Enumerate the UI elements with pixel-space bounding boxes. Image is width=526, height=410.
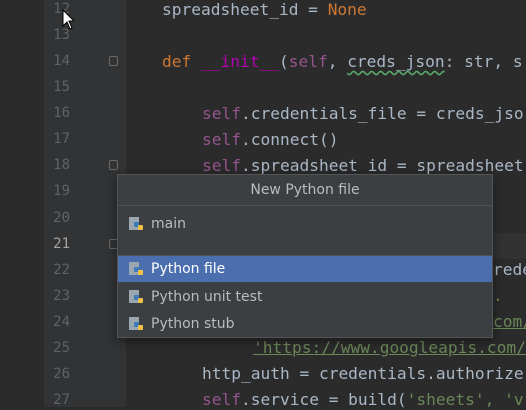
code-keyword: None <box>327 0 367 19</box>
line-number: 23 <box>53 288 70 304</box>
code-text: .spreadsheet_id = spreadsheet <box>240 156 524 175</box>
python-file-icon <box>129 290 143 303</box>
popup-item-python-stub[interactable]: Python stub <box>118 311 492 337</box>
code-line-14[interactable]: def __init__(self, creds_json: str, s <box>162 52 523 72</box>
line-number: 17 <box>53 131 70 147</box>
fold-marker-icon[interactable] <box>109 56 118 66</box>
popup-item-label: Python file <box>151 261 226 277</box>
line-number: 24 <box>53 314 70 330</box>
code-keyword: def <box>162 52 201 71</box>
code-line-12[interactable]: spreadsheet_id = None <box>162 0 367 20</box>
code-text: ( <box>278 52 289 71</box>
code-line-26[interactable]: http_auth = credentials.authorize <box>202 364 524 384</box>
popup-title: New Python file <box>118 175 492 206</box>
code-self: self <box>202 104 241 123</box>
python-file-icon <box>129 262 143 275</box>
popup-item-label: Python stub <box>151 316 235 332</box>
code-line-27[interactable]: self.service = build('sheets', 'v <box>202 390 524 410</box>
code-text: http_auth = credentials.authorize <box>202 364 524 383</box>
code-text: spreadsheet_id = <box>162 0 328 19</box>
popup-item-label: Python unit test <box>151 289 263 305</box>
line-number-current: 21 <box>53 236 70 252</box>
code-line-18[interactable]: self.spreadsheet_id = spreadsheet <box>202 156 524 176</box>
code-text: .service = build( <box>240 390 407 409</box>
line-number: 18 <box>53 157 70 173</box>
code-text: , <box>327 52 348 71</box>
code-line-22[interactable]: rede <box>493 260 526 280</box>
mouse-cursor-icon <box>62 9 74 30</box>
popup-separator <box>118 239 492 256</box>
line-number: 19 <box>53 183 70 199</box>
line-number: 20 <box>53 210 70 226</box>
fold-marker-icon[interactable] <box>109 160 118 170</box>
code-url: com/ <box>493 312 526 331</box>
code-self: self <box>202 390 241 409</box>
editor-left-strip <box>0 0 44 407</box>
line-number: 16 <box>53 105 70 121</box>
popup-item-label: main <box>151 216 186 232</box>
python-file-icon <box>129 217 143 230</box>
code-function-name: __init__ <box>200 52 279 71</box>
code-text: .credentials_file = creds_jso <box>240 104 524 123</box>
popup-item-main[interactable]: main <box>118 211 492 237</box>
code-text: rede <box>493 260 526 279</box>
line-number: 14 <box>53 53 70 69</box>
code-line-24[interactable]: com/ <box>493 312 526 332</box>
code-param: creds_json <box>347 52 445 71</box>
line-number: 22 <box>53 262 70 278</box>
code-self: self <box>288 52 328 71</box>
code-string: 'sheets' <box>406 390 485 409</box>
code-text: : str, s <box>444 52 523 71</box>
new-python-file-popup: New Python file main Python file Python … <box>117 174 493 338</box>
line-number: 26 <box>53 366 70 382</box>
code-text: .connect() <box>240 130 339 149</box>
popup-item-python-file[interactable]: Python file <box>118 256 492 282</box>
code-line-17[interactable]: self.connect() <box>202 130 338 150</box>
code-string: . <box>493 286 503 305</box>
code-string: , 'v <box>484 390 524 409</box>
python-file-icon <box>129 317 143 330</box>
popup-item-python-unit-test[interactable]: Python unit test <box>118 284 492 310</box>
code-url: 'https://www.googleapis.com/ <box>253 338 526 357</box>
code-line-23[interactable]: . <box>493 286 503 306</box>
code-line-25[interactable]: 'https://www.googleapis.com/ <box>253 338 526 358</box>
line-number: 25 <box>53 340 70 356</box>
line-number: 15 <box>53 79 70 95</box>
code-line-16[interactable]: self.credentials_file = creds_jso <box>202 104 524 124</box>
code-self: self <box>202 156 241 175</box>
line-number: 27 <box>53 392 70 408</box>
code-self: self <box>202 130 241 149</box>
